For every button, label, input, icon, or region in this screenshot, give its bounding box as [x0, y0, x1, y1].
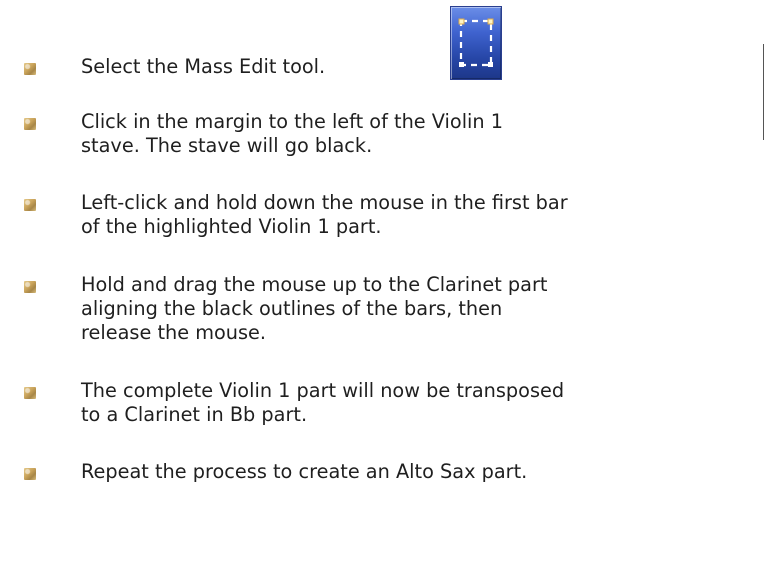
step-line: aligning the black outlines of the bars,… [81, 297, 503, 320]
step-line: Click in the margin to the left of the V… [81, 110, 504, 133]
mass-edit-selection-icon [450, 6, 502, 80]
step-text: Left-click and hold down the mouse in th… [81, 191, 746, 239]
step-line: stave. The stave will go black. [81, 134, 373, 157]
step-line: release the mouse. [81, 321, 267, 344]
selection-marquee-icon [458, 18, 494, 67]
step-text: Select the Mass Edit tool. [81, 55, 746, 79]
step-text: Click in the margin to the left of the V… [81, 110, 746, 158]
square-bullet-icon [24, 118, 36, 130]
step-text: Hold and drag the mouse up to the Clarin… [81, 273, 746, 345]
step-text: Repeat the process to create an Alto Sax… [81, 460, 746, 484]
step-line: of the highlighted Violin 1 part. [81, 215, 382, 238]
square-bullet-icon [24, 281, 36, 293]
step-line: Select the Mass Edit tool. [81, 55, 326, 78]
instruction-page: { "steps": [ { "lines": ["Select the Mas… [0, 0, 764, 571]
step-line: The complete Violin 1 part will now be t… [81, 379, 565, 402]
square-bullet-icon [24, 63, 36, 75]
instruction-steps: Select the Mass Edit tool. Click in the … [0, 0, 764, 571]
step-line: Repeat the process to create an Alto Sax… [81, 460, 528, 483]
step-text: The complete Violin 1 part will now be t… [81, 379, 746, 427]
square-bullet-icon [24, 199, 36, 211]
step-line: Left-click and hold down the mouse in th… [81, 191, 568, 214]
square-bullet-icon [24, 468, 36, 480]
step-line: Hold and drag the mouse up to the Clarin… [81, 273, 548, 296]
step-line: to a Clarinet in Bb part. [81, 403, 308, 426]
square-bullet-icon [24, 387, 36, 399]
